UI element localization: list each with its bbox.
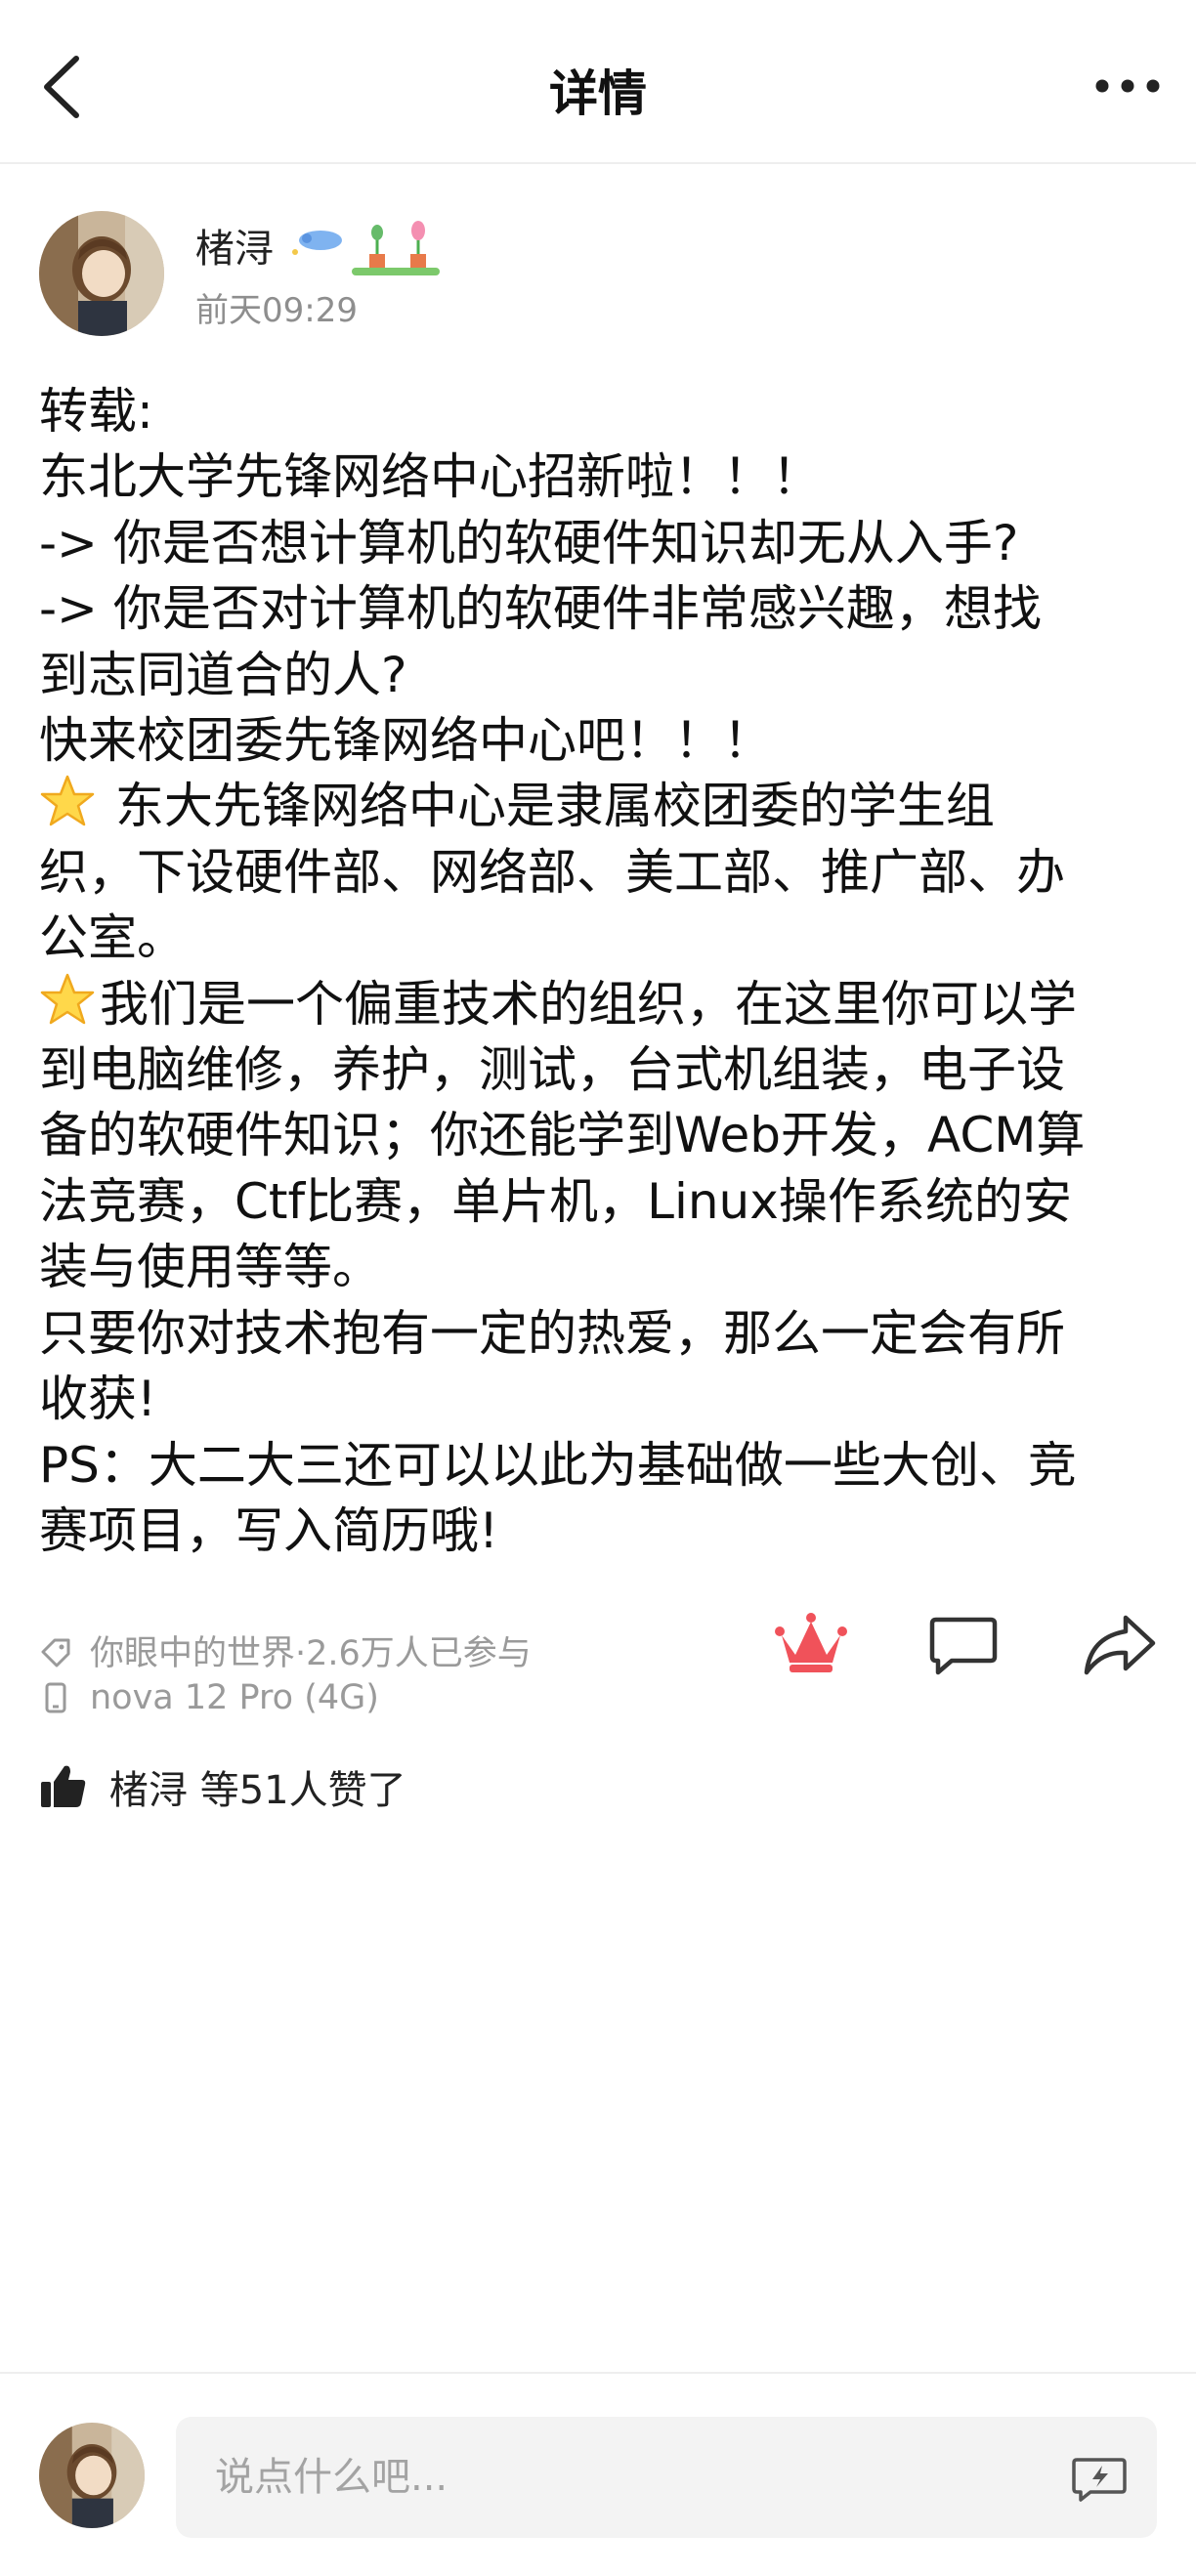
- plant-badge-icon: [292, 221, 440, 275]
- post-line-star: 东大先锋网络中心是隶属校团委的学生组: [39, 774, 1163, 839]
- post-line: 法竞赛，Ctf比赛，单片机，Linux操作系统的安: [39, 1172, 1072, 1230]
- top-nav-bar: 详情: [0, 0, 1196, 164]
- star-icon: [40, 973, 95, 1024]
- post-line: 东北大学先锋网络中心招新啦！！！: [39, 448, 821, 506]
- post-line: 织，下设硬件部、网络部、美工部、推广部、办: [39, 843, 1065, 901]
- quick-comment-icon[interactable]: [1071, 2454, 1128, 2503]
- tag-icon: [41, 1638, 70, 1667]
- thumbs-up-icon: [41, 1765, 86, 1807]
- my-avatar[interactable]: [39, 2423, 145, 2528]
- share-icon[interactable]: [1083, 1612, 1157, 1678]
- post-line: 到志同道合的人?: [39, 646, 407, 703]
- topic-tag[interactable]: 你眼中的世界·2.6万人已参与: [39, 1626, 532, 1675]
- post-line: 收获!: [39, 1371, 157, 1428]
- post-line-text: 东大先锋网络中心是隶属校团委的学生组: [100, 778, 995, 835]
- post-line: -> 你是否想计算机的软硬件知识却无从入手?: [39, 514, 1019, 571]
- comment-input[interactable]: [176, 2417, 1157, 2538]
- author-avatar[interactable]: [39, 211, 164, 336]
- author-name[interactable]: 楮浔: [195, 217, 274, 274]
- more-dots-icon[interactable]: [1092, 66, 1163, 106]
- post-line: -> 你是否对计算机的软硬件非常感兴趣，想找: [39, 580, 1042, 638]
- post-line: PS：大二大三还可以以此为基础做一些大创、竞: [39, 1436, 1077, 1494]
- post-line-text: 我们是一个偏重技术的组织，在这里你可以学: [100, 975, 1077, 1033]
- post-line: 公室。: [39, 909, 186, 967]
- post-line: 只要你对技术抱有一定的热爱，那么一定会有所: [39, 1304, 1065, 1362]
- page-title: 详情: [549, 65, 647, 122]
- post-line-star: 我们是一个偏重技术的组织，在这里你可以学: [39, 972, 1163, 1037]
- post-detail-page: 详情 楮浔 前天09:29 转载: 东北大学先锋网络中心招新啦！！！ -> 你是…: [0, 0, 1196, 2576]
- post-line: 赛项目，写入简历哦!: [39, 1501, 499, 1559]
- post-line: 备的软硬件知识；你还能学到Web开发，ACM算: [39, 1107, 1086, 1164]
- device-name: nova 12 Pro (4G): [90, 1678, 379, 1717]
- topic-text[interactable]: 你眼中的世界·2.6万人已参与: [90, 1626, 532, 1675]
- star-icon: [40, 776, 95, 826]
- post-line: 快来校团委先锋网络中心吧！！！: [39, 712, 772, 770]
- post-content: 转载: 东北大学先锋网络中心招新啦！！！ -> 你是否想计算机的软硬件知识却无从…: [39, 379, 1163, 1564]
- likes-summary[interactable]: 楮浔 等51人赞了: [39, 1758, 406, 1815]
- post-line: 到电脑维修，养护，测试，台式机组装，电子设: [39, 1041, 1065, 1099]
- likes-text[interactable]: 楮浔 等51人赞了: [109, 1758, 406, 1815]
- post-line: 装与使用等等。: [39, 1239, 381, 1296]
- post-timestamp: 前天09:29: [195, 291, 358, 330]
- post-line: 转载:: [39, 383, 153, 440]
- crown-like-icon[interactable]: [772, 1612, 850, 1674]
- comment-icon[interactable]: [928, 1614, 999, 1676]
- device-info: nova 12 Pro (4G): [39, 1678, 379, 1717]
- comment-bar: [0, 2372, 1196, 2576]
- phone-icon: [45, 1682, 66, 1713]
